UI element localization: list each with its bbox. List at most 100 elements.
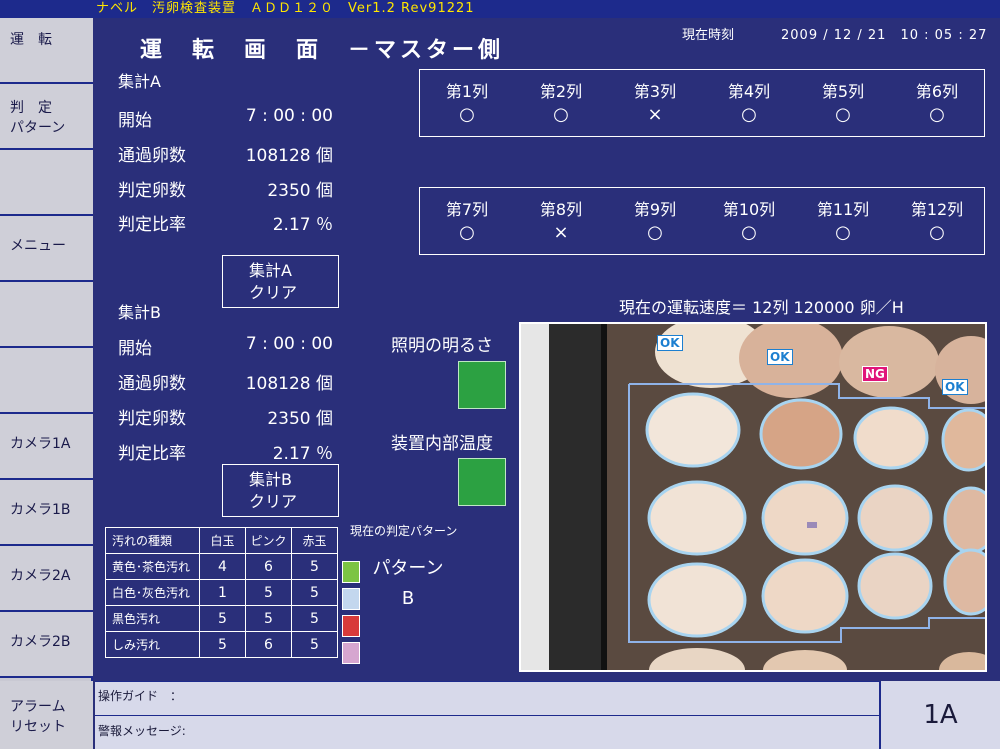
lane-mark: ○ — [929, 222, 945, 243]
current-pattern-name: パターン B — [372, 558, 444, 609]
red-egg-value[interactable]: 5 — [291, 631, 338, 658]
lane-mark: ○ — [835, 104, 851, 125]
red-egg-value[interactable]: 5 — [291, 579, 338, 606]
white-egg-value[interactable]: 5 — [199, 605, 246, 632]
lighting-label: 照明の明るさ — [391, 336, 493, 356]
lane-3: 第3列 × — [608, 70, 702, 125]
sidebar-empty-button-1 — [0, 150, 93, 216]
stain-swatch — [342, 642, 360, 664]
operation-guide-label: 操作ガイド ： — [98, 689, 183, 703]
table-header: 汚れの種類 — [105, 527, 200, 554]
table-row: しみ汚れ 5 6 5 — [105, 631, 338, 658]
page-title: 運 転 画 面 －マスター側 — [140, 38, 505, 63]
sidebar-alarm-reset-button[interactable]: アラーム リセット — [0, 681, 93, 749]
lane-status-bottom: 第7列 ○ 第8列 × 第9列 ○ 第10列 ○ 第11列 ○ 第12列 ○ — [419, 187, 985, 255]
summary-b-judged-value: 2350 個 — [267, 409, 333, 429]
sidebar-empty-button-3 — [0, 348, 93, 414]
lane-1: 第1列 ○ — [420, 70, 514, 125]
black-swatch — [342, 615, 360, 637]
lane-6: 第6列 ○ — [890, 70, 984, 125]
white-egg-value[interactable]: 4 — [199, 553, 246, 580]
lane-11: 第11列 ○ — [796, 188, 890, 243]
red-egg-value[interactable]: 5 — [291, 553, 338, 580]
table-row: 黄色･茶色汚れ 4 6 5 — [105, 553, 338, 580]
dirt-pattern-table: 汚れの種類 白玉 ピンク 赤玉 黄色･茶色汚れ 4 6 5 白色･灰色汚れ 1 … — [105, 527, 338, 658]
table-header: 赤玉 — [291, 527, 338, 554]
pink-egg-value[interactable]: 6 — [245, 553, 292, 580]
alarm-message-label: 警報メッセージ: — [98, 724, 186, 738]
sidebar-camera-2b-button[interactable]: カメラ2B — [0, 612, 93, 678]
dirt-type: 黄色･茶色汚れ — [105, 553, 200, 580]
sidebar-camera-2a-button[interactable]: カメラ2A — [0, 546, 93, 612]
lane-name: 第10列 — [722, 200, 776, 219]
camera-image — [521, 324, 985, 670]
summary-b-ratio-value: 2.17 ％ — [272, 444, 333, 464]
lane-7: 第7列 ○ — [420, 188, 514, 243]
pink-egg-value[interactable]: 6 — [245, 631, 292, 658]
dirt-type: 白色･灰色汚れ — [105, 579, 200, 606]
summary-a-judged-value: 2350 個 — [267, 181, 333, 201]
operation-guide: 操作ガイド ： — [95, 681, 879, 715]
lane-name: 第4列 — [727, 82, 771, 101]
sidebar-camera-1b-button[interactable]: カメラ1B — [0, 480, 93, 546]
clock-value: 2009 / 12 / 21 10 : 05 : 27 — [781, 28, 988, 43]
camera-view[interactable]: OK OK NG OK — [519, 322, 987, 672]
lane-mark: ○ — [647, 222, 663, 243]
summary-b-heading: 集計B — [118, 303, 161, 322]
lane-mark: ○ — [459, 104, 475, 125]
sidebar-pattern-button[interactable]: 判 定 パターン — [0, 84, 93, 150]
lane-status-top: 第1列 ○ 第2列 ○ 第3列 × 第4列 ○ 第5列 ○ 第6列 ○ — [419, 69, 985, 137]
table-header: ピンク — [245, 527, 292, 554]
lane-name: 第11列 — [816, 200, 870, 219]
lane-mark: ○ — [741, 104, 757, 125]
table-row: 黒色汚れ 5 5 5 — [105, 605, 338, 632]
badge-ok-1: OK — [657, 335, 683, 351]
badge-ok-3: OK — [942, 379, 968, 395]
main-panel: 運 転 画 面 －マスター側 現在時刻 2009 / 12 / 21 10 : … — [95, 18, 1000, 679]
lane-name: 第2列 — [539, 82, 583, 101]
lane-mark: × — [647, 104, 663, 125]
sidebar-empty-button-2 — [0, 282, 93, 348]
lane-12: 第12列 ○ — [890, 188, 984, 243]
yellow-brown-swatch — [342, 561, 360, 583]
lane-5: 第5列 ○ — [796, 70, 890, 125]
lane-4: 第4列 ○ — [702, 70, 796, 125]
white-gray-swatch — [342, 588, 360, 610]
lane-2: 第2列 ○ — [514, 70, 608, 125]
lane-mark: ○ — [835, 222, 851, 243]
dirt-type: 黒色汚れ — [105, 605, 200, 632]
lighting-indicator — [458, 361, 506, 409]
dirt-type: しみ汚れ — [105, 631, 200, 658]
summary-b-passed-value: 108128 個 — [245, 374, 333, 394]
speed-readout: 現在の運転速度＝ 12列 120000 卵／H — [619, 298, 904, 317]
lane-mark: ○ — [929, 104, 945, 125]
sidebar: 運 転 判 定 パターン メニュー カメラ1A カメラ1B カメラ2A カメラ2… — [0, 18, 93, 749]
white-egg-value[interactable]: 1 — [199, 579, 246, 606]
sidebar-run-button[interactable]: 運 転 — [0, 18, 93, 84]
temperature-indicator — [458, 458, 506, 506]
badge-ng: NG — [862, 366, 888, 382]
lane-mark: × — [553, 222, 569, 243]
summary-b-clear-button[interactable]: 集計B クリア — [222, 464, 339, 517]
temperature-label: 装置内部温度 — [391, 434, 493, 454]
pink-egg-value[interactable]: 5 — [245, 579, 292, 606]
lane-9: 第9列 ○ — [608, 188, 702, 243]
lane-name: 第8列 — [539, 200, 583, 219]
summary-b-start-value: 7 : 00 : 00 — [245, 334, 333, 354]
summary-a-ratio-value: 2.17 ％ — [272, 215, 333, 235]
lane-10: 第10列 ○ — [702, 188, 796, 243]
summary-a-clear-button[interactable]: 集計A クリア — [222, 255, 339, 308]
camera-id-display: 1A — [879, 681, 1000, 749]
lane-mark: ○ — [553, 104, 569, 125]
sidebar-camera-1a-button[interactable]: カメラ1A — [0, 414, 93, 480]
lane-name: 第7列 — [445, 200, 489, 219]
alarm-message: 警報メッセージ: — [95, 715, 879, 749]
red-egg-value[interactable]: 5 — [291, 605, 338, 632]
summary-a-heading: 集計A — [118, 72, 161, 91]
sidebar-menu-button[interactable]: メニュー — [0, 216, 93, 282]
lane-8: 第8列 × — [514, 188, 608, 243]
white-egg-value[interactable]: 5 — [199, 631, 246, 658]
summary-a-start-value: 7 : 00 : 00 — [245, 106, 333, 126]
lane-mark: ○ — [741, 222, 757, 243]
pink-egg-value[interactable]: 5 — [245, 605, 292, 632]
